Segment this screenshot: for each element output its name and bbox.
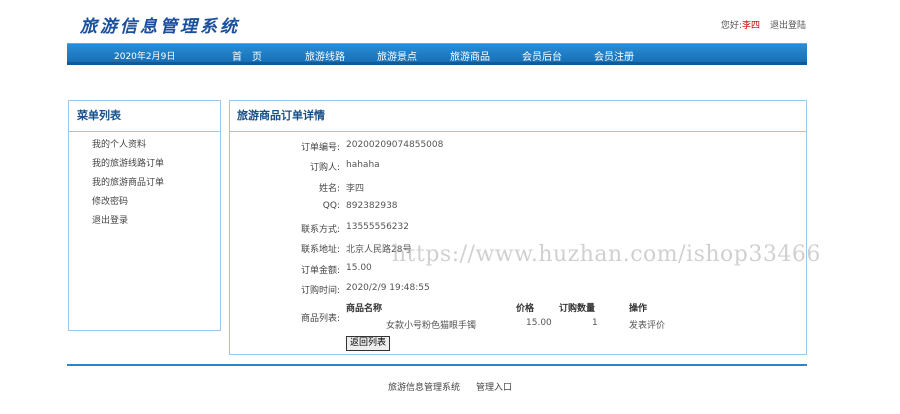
sidebar-item-product-orders[interactable]: 我的旅游商品订单 [69, 174, 220, 193]
field-value: hahaha [346, 160, 380, 170]
nav-item-home[interactable]: 首 页 [232, 48, 262, 63]
user-bar: 您好:李四 退出登陆 [721, 18, 806, 31]
field-value: 北京人民路28号 [346, 245, 412, 255]
nav-item-products[interactable]: 旅游商品 [450, 48, 490, 63]
detail-title: 旅游商品订单详情 [230, 101, 806, 132]
field-label: 联系地址: [300, 245, 340, 255]
field-value: 15.00 [346, 263, 372, 273]
main-nav: 2020年2月9日 首 页 旅游线路 旅游景点 旅游商品 会员后台 会员注册 [67, 43, 807, 65]
nav-item-register[interactable]: 会员注册 [594, 48, 634, 63]
field-label: 订购时间: [300, 286, 340, 296]
field-value: 892382938 [346, 201, 398, 211]
products-label: 商品列表: [300, 314, 340, 324]
field-label: 订单金额: [300, 266, 340, 276]
site-logo: 旅游信息管理系统 [80, 17, 240, 37]
review-link[interactable]: 发表评价 [629, 318, 665, 331]
col-header-qty: 订购数量 [559, 304, 596, 314]
col-header-action: 操作 [629, 304, 648, 314]
field-label: 订单编号: [300, 143, 340, 153]
footer-link-admin[interactable]: 管理入口 [476, 383, 512, 393]
sidebar-title: 菜单列表 [69, 101, 220, 132]
nav-item-member-center[interactable]: 会员后台 [522, 48, 562, 63]
username-link[interactable]: 李四 [742, 21, 760, 31]
product-name: 女款小号粉色猫眼手镯 [386, 321, 477, 331]
product-qty: 1 [592, 318, 598, 328]
product-price: 15.00 [526, 318, 552, 328]
footer-divider [67, 364, 807, 366]
footer: 旅游信息管理系统 管理入口 [0, 380, 900, 393]
field-label: 联系方式: [300, 225, 340, 235]
back-to-list-button[interactable]: 返回列表 [346, 336, 391, 351]
col-header-price: 价格 [516, 304, 535, 314]
field-value: 13555556232 [346, 222, 409, 232]
greeting-text: 您好: [720, 21, 742, 31]
nav-item-attractions[interactable]: 旅游景点 [377, 48, 417, 63]
sidebar-item-logout[interactable]: 退出登录 [69, 212, 220, 231]
field-value: 李四 [346, 184, 365, 194]
sidebar-item-route-orders[interactable]: 我的旅游线路订单 [69, 155, 220, 174]
field-label: QQ: [322, 201, 340, 211]
sidebar-item-profile[interactable]: 我的个人资料 [69, 136, 220, 155]
logout-link[interactable]: 退出登陆 [770, 21, 806, 31]
nav-date: 2020年2月9日 [114, 52, 176, 62]
field-label: 姓名: [318, 184, 340, 194]
field-value: 20200209074855008 [346, 140, 444, 150]
nav-item-routes[interactable]: 旅游线路 [305, 48, 345, 63]
sidebar-item-change-password[interactable]: 修改密码 [69, 193, 220, 212]
col-header-name: 商品名称 [346, 304, 383, 314]
sidebar-list: 我的个人资料 我的旅游线路订单 我的旅游商品订单 修改密码 退出登录 [69, 132, 220, 231]
order-detail-panel: 旅游商品订单详情 订单编号: 20200209074855008 订购人: ha… [229, 100, 807, 355]
sidebar-menu: 菜单列表 我的个人资料 我的旅游线路订单 我的旅游商品订单 修改密码 退出登录 [68, 100, 221, 331]
footer-link-site[interactable]: 旅游信息管理系统 [388, 383, 460, 393]
field-label: 订购人: [309, 163, 340, 173]
field-value: 2020/2/9 19:48:55 [346, 283, 430, 293]
